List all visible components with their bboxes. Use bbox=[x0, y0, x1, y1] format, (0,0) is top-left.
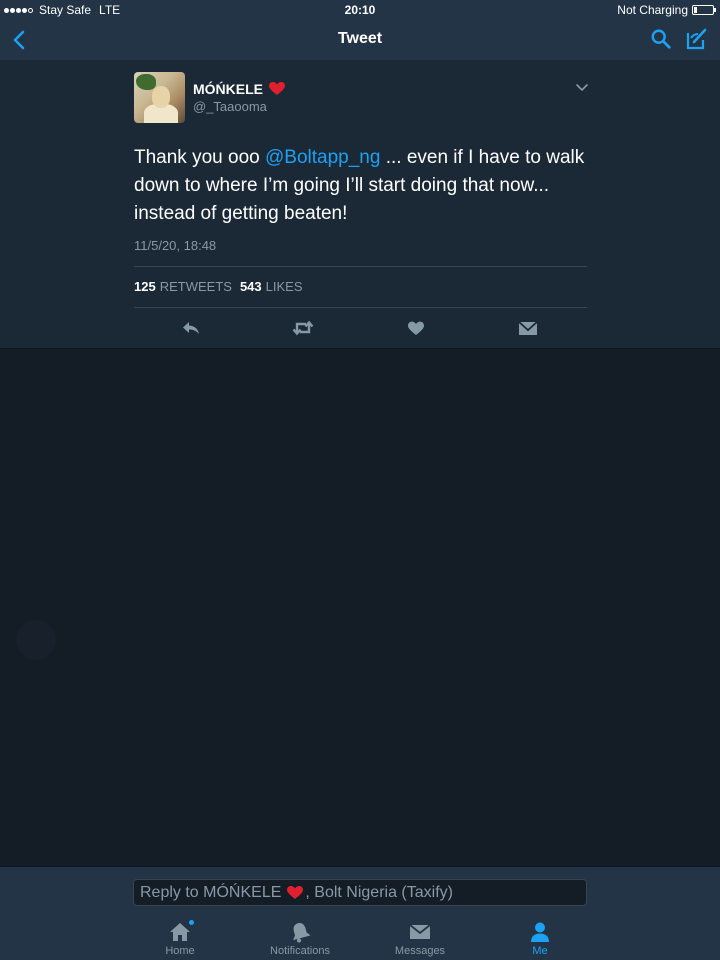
tab-home[interactable]: Home bbox=[130, 915, 230, 957]
retweet-icon[interactable] bbox=[292, 318, 314, 338]
battery-status: Not Charging bbox=[617, 3, 688, 17]
tweet-text-start: Thank you ooo bbox=[134, 147, 265, 168]
compose-icon[interactable] bbox=[684, 27, 708, 51]
reply-prefix: Reply to MÓŃKELE bbox=[140, 883, 282, 901]
tab-messages[interactable]: Messages bbox=[370, 915, 470, 957]
tweet-timestamp: 11/5/20, 18:48 bbox=[134, 238, 217, 253]
red-heart-icon bbox=[269, 82, 285, 95]
tab-messages-label: Messages bbox=[394, 945, 446, 957]
page-title: Tweet bbox=[337, 30, 383, 47]
bell-icon bbox=[288, 921, 312, 943]
retweets-stat[interactable]: 125 RETWEETS bbox=[134, 279, 232, 294]
retweets-label: RETWEETS bbox=[159, 279, 232, 294]
battery-icon bbox=[692, 5, 716, 15]
retweets-count: 125 bbox=[134, 279, 156, 294]
search-icon[interactable] bbox=[650, 28, 672, 50]
tab-me-label: Me bbox=[532, 945, 548, 957]
reply-suffix: , Bolt Nigeria (Taxify) bbox=[305, 883, 453, 901]
like-icon[interactable] bbox=[405, 318, 427, 338]
status-bar: Stay Safe LTE 20:10 Not Charging bbox=[0, 0, 720, 20]
unread-dot bbox=[189, 920, 194, 925]
display-name[interactable]: MÓŃKELE bbox=[193, 81, 263, 97]
user-handle[interactable]: @_Taaooma bbox=[193, 99, 267, 114]
reply-icon[interactable] bbox=[180, 318, 202, 338]
chevron-down-icon[interactable] bbox=[575, 83, 589, 93]
red-heart-icon bbox=[287, 885, 304, 899]
likes-count: 543 bbox=[239, 279, 262, 294]
home-icon bbox=[168, 920, 194, 943]
tab-home-label: Home bbox=[165, 945, 195, 957]
tweet-detail: MÓŃKELE @_Taaooma Thank you ooo @Boltapp… bbox=[0, 60, 720, 349]
author-name-row[interactable]: MÓŃKELE bbox=[193, 81, 285, 97]
direct-message-icon[interactable] bbox=[517, 318, 539, 338]
likes-label: LIKES bbox=[265, 279, 303, 294]
tab-notifications-label: Notifications bbox=[270, 945, 330, 957]
envelope-icon bbox=[408, 921, 432, 943]
mention-link[interactable]: @Boltapp_ng bbox=[265, 147, 380, 168]
reply-input[interactable]: Reply to MÓŃKELE , Bolt Nigeria (Taxify) bbox=[133, 879, 587, 906]
navigation-bar: Tweet bbox=[0, 20, 720, 60]
divider bbox=[134, 307, 587, 308]
avatar[interactable] bbox=[134, 72, 185, 123]
tab-notifications[interactable]: Notifications bbox=[250, 915, 350, 957]
person-icon bbox=[528, 921, 552, 943]
bottom-bar: Reply to MÓŃKELE , Bolt Nigeria (Taxify)… bbox=[0, 866, 720, 960]
floating-circle bbox=[16, 620, 56, 660]
tab-bar: Home Notifications Messages Me bbox=[0, 915, 720, 960]
divider bbox=[134, 266, 587, 267]
tab-me[interactable]: Me bbox=[490, 915, 590, 957]
tweet-text: Thank you ooo @Boltapp_ng ... even if I … bbox=[134, 144, 594, 228]
likes-stat[interactable]: 543 LIKES bbox=[240, 279, 303, 294]
engagement-stats: 125 RETWEETS 543 LIKES bbox=[134, 279, 303, 294]
status-right: Not Charging bbox=[617, 3, 716, 17]
clock: 20:10 bbox=[344, 3, 376, 17]
